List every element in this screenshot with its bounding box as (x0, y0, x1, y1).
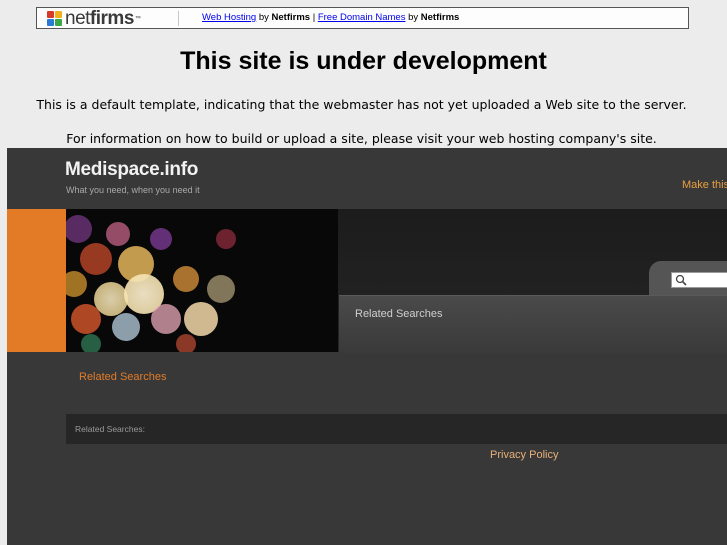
brand-text: Netfirms (420, 12, 460, 23)
brand-text: Netfirms (271, 12, 311, 23)
free-domain-names-link[interactable]: Free Domain Names (318, 12, 406, 23)
page-title: This site is under development (180, 47, 547, 75)
notice-line-hosting-info: For information on how to build or uploa… (66, 131, 657, 146)
related-searches-panel: Related Searches (339, 295, 727, 353)
page: net firms ™ Web Hosting by Netfirms | Free… (0, 0, 727, 545)
bokeh-lights-image (66, 209, 338, 352)
banner-divider (178, 11, 179, 26)
related-searches-bar-label: Related Searches: (75, 424, 145, 434)
parked-domain-frame: Medispace.info What you need, when you n… (7, 148, 727, 545)
web-hosting-link[interactable]: Web Hosting (202, 12, 256, 23)
netfirms-logo-icon (47, 11, 63, 27)
banner-links: Web Hosting by Netfirms | Free Domain Na… (202, 12, 459, 23)
site-tagline: What you need, when you need it (66, 185, 200, 195)
link-separator: | (310, 12, 318, 23)
search-input[interactable] (671, 272, 727, 288)
logo-word-firms: firms (89, 8, 134, 29)
bookmark-link[interactable]: Make this (682, 179, 727, 191)
related-searches-bar: Related Searches: (66, 414, 727, 444)
netfirms-logo[interactable]: net firms ™ (47, 9, 141, 29)
by-text: by (405, 12, 421, 23)
orange-accent-block (7, 209, 66, 352)
related-searches-link[interactable]: Related Searches (79, 371, 166, 383)
privacy-policy-link[interactable]: Privacy Policy (490, 449, 558, 461)
by-text: by (256, 12, 272, 23)
logo-trademark: ™ (134, 16, 141, 22)
search-icon (675, 274, 687, 286)
related-searches-panel-label: Related Searches (355, 308, 443, 320)
site-title[interactable]: Medispace.info (65, 159, 198, 181)
notice-line-default-template: This is a default template, indicating t… (36, 97, 687, 112)
netfirms-banner: net firms ™ Web Hosting by Netfirms | Free… (36, 7, 689, 29)
logo-word-net: net (65, 8, 90, 29)
